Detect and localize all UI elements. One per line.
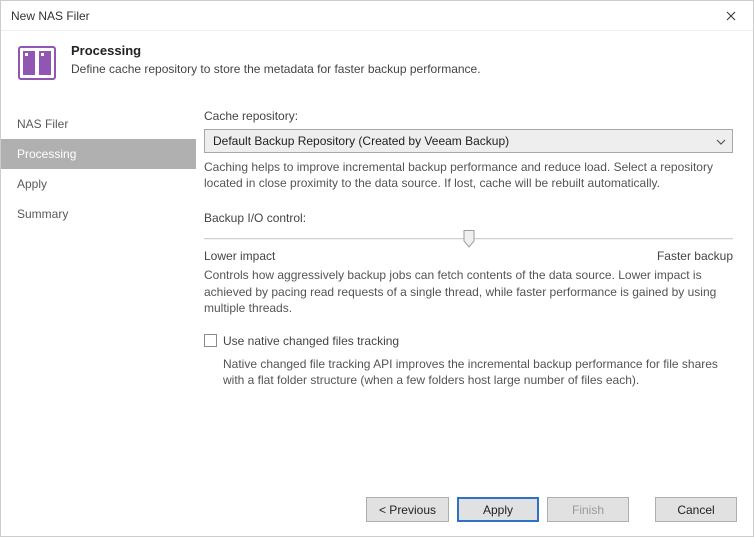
slider-thumb[interactable] <box>463 230 474 248</box>
wizard-header: Processing Define cache repository to st… <box>1 31 753 99</box>
io-control-help: Controls how aggressively backup jobs ca… <box>204 267 733 316</box>
cache-repository-label: Cache repository: <box>204 109 733 123</box>
io-control-slider[interactable] <box>204 229 733 247</box>
chevron-down-icon <box>716 134 726 148</box>
wizard-body: NAS Filer Processing Apply Summary Cache… <box>1 99 753 484</box>
previous-button[interactable]: < Previous <box>366 497 449 522</box>
native-tracking-label[interactable]: Use native changed files tracking <box>223 334 399 348</box>
wizard-steps: NAS Filer Processing Apply Summary <box>1 99 196 484</box>
window-title: New NAS Filer <box>11 9 90 23</box>
nas-filer-icon <box>17 43 57 83</box>
io-control-block: Backup I/O control: Lower impact Faster … <box>204 211 733 316</box>
io-faster-label: Faster backup <box>657 249 733 263</box>
wizard-header-text: Processing Define cache repository to st… <box>71 43 481 76</box>
io-control-range-labels: Lower impact Faster backup <box>204 249 733 263</box>
close-button[interactable] <box>709 1 753 31</box>
apply-button[interactable]: Apply <box>457 497 539 522</box>
native-tracking-row: Use native changed files tracking <box>204 334 733 348</box>
close-icon <box>726 8 736 24</box>
wizard-footer: < Previous Apply Finish Cancel <box>1 484 753 536</box>
page-title: Processing <box>71 43 481 58</box>
sidebar-item-apply[interactable]: Apply <box>1 169 196 199</box>
sidebar-item-processing[interactable]: Processing <box>1 139 196 169</box>
finish-button: Finish <box>547 497 629 522</box>
wizard-main: Cache repository: Default Backup Reposit… <box>196 99 753 484</box>
page-subtitle: Define cache repository to store the met… <box>71 62 481 76</box>
sidebar-item-summary[interactable]: Summary <box>1 199 196 229</box>
io-lower-label: Lower impact <box>204 249 275 263</box>
cache-repository-help: Caching helps to improve incremental bac… <box>204 159 733 191</box>
sidebar-item-nas-filer[interactable]: NAS Filer <box>1 109 196 139</box>
native-tracking-help: Native changed file tracking API improve… <box>223 356 733 388</box>
title-bar: New NAS Filer <box>1 1 753 31</box>
cache-repository-value: Default Backup Repository (Created by Ve… <box>213 134 509 148</box>
cancel-button[interactable]: Cancel <box>655 497 737 522</box>
cache-repository-dropdown[interactable]: Default Backup Repository (Created by Ve… <box>204 129 733 153</box>
io-control-label: Backup I/O control: <box>204 211 733 225</box>
native-tracking-checkbox[interactable] <box>204 334 217 347</box>
